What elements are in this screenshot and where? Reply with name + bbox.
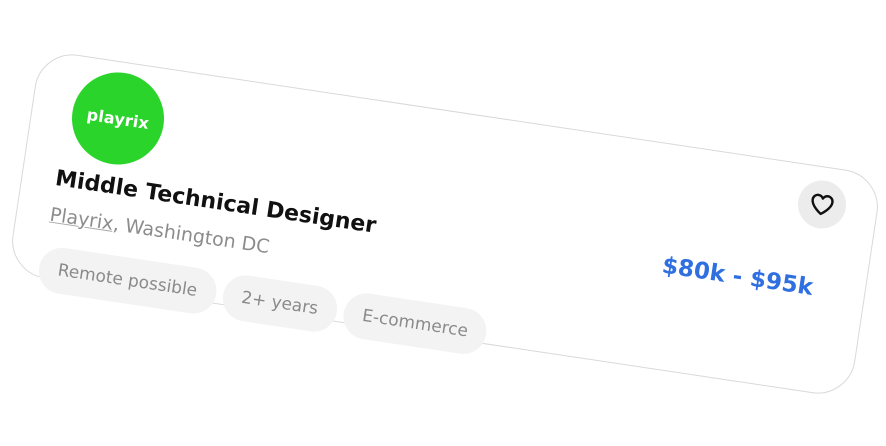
company-link[interactable]: Playrix xyxy=(48,204,115,235)
salary-range: $80k - $95k xyxy=(660,252,815,301)
location-text: Washington DC xyxy=(123,214,271,259)
job-card[interactable]: playrix Middle Technical Designer Playri… xyxy=(6,49,884,399)
favorite-button[interactable] xyxy=(794,177,850,232)
logo-text: playrix xyxy=(85,104,151,133)
heart-icon xyxy=(811,193,834,216)
company-logo: playrix xyxy=(65,66,171,171)
tag-industry: E-commerce xyxy=(340,290,491,358)
tag-experience: 2+ years xyxy=(219,272,341,335)
tag-list: Remote possible 2+ years E-commerce xyxy=(35,244,491,358)
page: playrix Middle Technical Designer Playri… xyxy=(0,0,886,446)
tag-remote: Remote possible xyxy=(35,244,220,317)
